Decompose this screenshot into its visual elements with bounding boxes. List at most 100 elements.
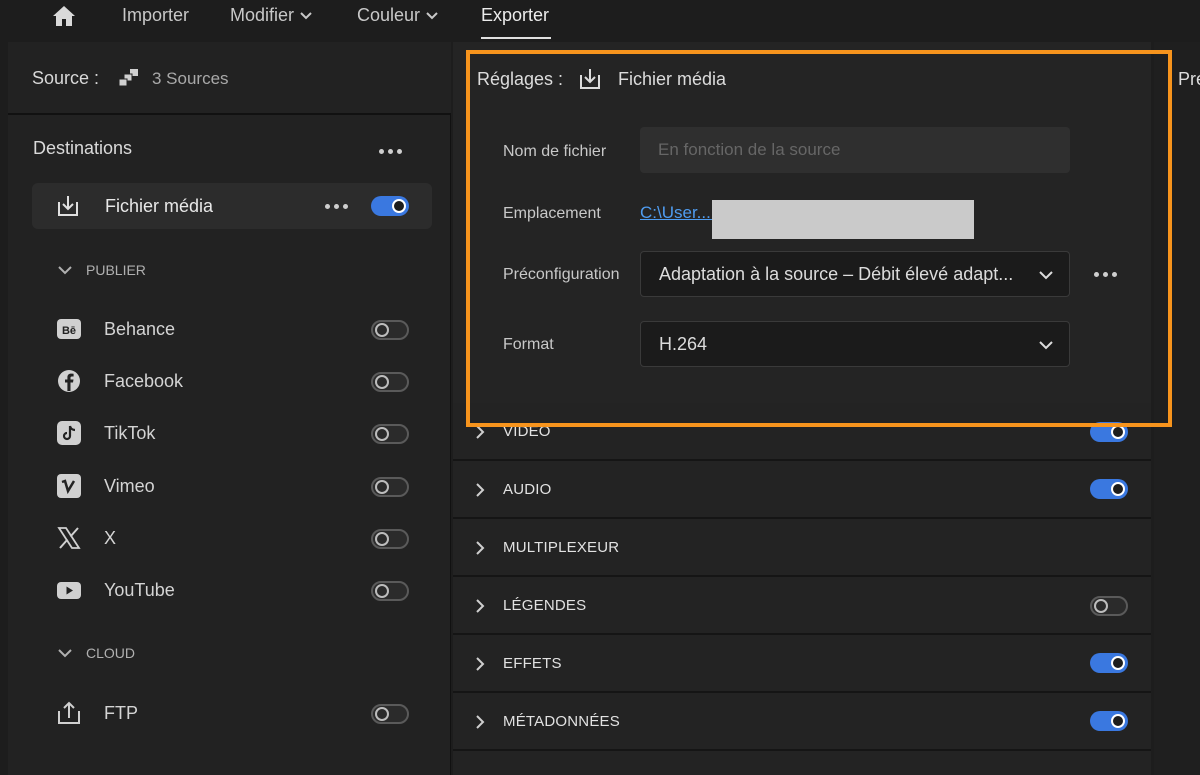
vimeo-label: Vimeo xyxy=(104,476,155,496)
media-file-more-icon[interactable] xyxy=(325,204,348,209)
source-row[interactable]: Source : 3 Sources xyxy=(8,42,451,115)
media-file-destination[interactable]: Fichier média xyxy=(32,183,432,229)
publish-item-vimeo[interactable]: Vimeo xyxy=(56,471,416,501)
preset-value: Adaptation à la source – Débit élevé ada… xyxy=(659,264,1014,284)
nav-exporter[interactable]: Exporter xyxy=(481,5,549,26)
tiktok-toggle[interactable] xyxy=(371,424,409,444)
section-metadonnees[interactable]: MÉTADONNÉES xyxy=(453,693,1151,751)
format-label: Format xyxy=(503,336,554,353)
publish-item-facebook[interactable]: Facebook xyxy=(56,366,416,396)
filename-input[interactable] xyxy=(640,127,1070,173)
facebook-icon xyxy=(58,370,80,392)
publish-item-youtube[interactable]: YouTube xyxy=(56,575,416,605)
nav-importer-label: Importer xyxy=(122,5,190,25)
chevron-right-icon xyxy=(476,715,485,729)
upload-icon xyxy=(58,701,80,724)
ftp-label: FTP xyxy=(104,703,138,723)
section-audio[interactable]: AUDIO xyxy=(453,461,1151,519)
chevron-right-icon xyxy=(476,657,485,671)
location-link[interactable]: C:\User...b xyxy=(640,203,720,223)
preset-label: Préconfiguration xyxy=(503,266,620,283)
x-icon xyxy=(57,527,81,549)
publish-group-header[interactable]: PUBLIER xyxy=(58,262,146,278)
metadonnees-toggle[interactable] xyxy=(1090,711,1128,731)
nav-couleur-label: Couleur xyxy=(357,5,421,25)
nav-modifier-label: Modifier xyxy=(230,5,295,25)
export-file-icon xyxy=(58,196,78,216)
nav-importer[interactable]: Importer xyxy=(122,5,189,26)
preview-label: Pré xyxy=(1178,69,1200,89)
format-value: H.264 xyxy=(659,334,708,354)
chevron-down-icon xyxy=(300,11,312,19)
video-toggle[interactable] xyxy=(1090,422,1128,442)
behance-label: Behance xyxy=(104,319,176,339)
section-multiplexeur[interactable]: MULTIPLEXEUR xyxy=(453,519,1151,577)
preset-select[interactable]: Adaptation à la source – Débit élevé ada… xyxy=(640,251,1070,297)
chevron-right-icon xyxy=(476,541,485,555)
nav-couleur[interactable]: Couleur xyxy=(357,5,438,26)
chevron-down-icon xyxy=(1039,271,1053,280)
effets-toggle[interactable] xyxy=(1090,653,1128,673)
section-audio-label: AUDIO xyxy=(503,481,552,498)
facebook-toggle[interactable] xyxy=(371,372,409,392)
section-multiplexeur-label: MULTIPLEXEUR xyxy=(503,539,620,556)
tiktok-icon xyxy=(57,421,81,445)
nav-modifier[interactable]: Modifier xyxy=(230,5,312,26)
preset-more-icon[interactable] xyxy=(1094,272,1117,277)
tiktok-label: TikTok xyxy=(104,423,156,443)
youtube-label: YouTube xyxy=(104,580,175,600)
redacted-area xyxy=(712,200,974,239)
svg-text:Bē: Bē xyxy=(62,325,76,337)
facebook-label: Facebook xyxy=(104,371,184,391)
section-legendes-label: LÉGENDES xyxy=(503,597,587,614)
chevron-right-icon xyxy=(476,599,485,613)
behance-toggle[interactable] xyxy=(371,320,409,340)
settings-value: Fichier média xyxy=(618,69,727,89)
destinations-title: Destinations xyxy=(33,138,133,158)
source-label: Source : xyxy=(32,68,100,88)
destinations-more-icon[interactable] xyxy=(379,149,402,154)
section-effets-label: EFFETS xyxy=(503,655,562,672)
filename-label: Nom de fichier xyxy=(503,143,607,160)
nav-exporter-label: Exporter xyxy=(481,5,550,25)
sources-icon xyxy=(118,69,138,87)
section-effets[interactable]: EFFETS xyxy=(453,635,1151,693)
cloud-header-label: CLOUD xyxy=(86,645,136,661)
legendes-toggle[interactable] xyxy=(1090,596,1128,616)
settings-block: Réglages : Fichier média Nom de fichier … xyxy=(453,42,1151,404)
cloud-group-header[interactable]: CLOUD xyxy=(58,645,135,661)
media-file-label: Fichier média xyxy=(105,196,214,216)
media-file-toggle[interactable] xyxy=(371,196,409,216)
section-legendes[interactable]: LÉGENDES xyxy=(453,577,1151,635)
sources-count: 3 Sources xyxy=(152,69,229,88)
publish-item-behance[interactable]: Bē Behance xyxy=(56,314,416,344)
home-icon[interactable] xyxy=(51,4,77,28)
destinations-panel: Source : 3 Sources Destinations Fichier … xyxy=(8,42,451,775)
chevron-down-icon xyxy=(1039,341,1053,350)
settings-panel: Réglages : Fichier média Nom de fichier … xyxy=(453,42,1151,775)
section-video[interactable]: VIDEO xyxy=(453,403,1151,461)
section-video-label: VIDEO xyxy=(503,423,551,440)
section-metadonnees-label: MÉTADONNÉES xyxy=(503,713,620,730)
youtube-icon xyxy=(57,582,81,599)
behance-icon: Bē xyxy=(57,319,81,339)
export-file-icon xyxy=(580,69,600,89)
ftp-toggle[interactable] xyxy=(371,704,409,724)
preview-panel: Pré xyxy=(1154,42,1200,775)
publish-item-x[interactable]: X xyxy=(56,523,416,553)
chevron-down-icon xyxy=(58,649,72,658)
publish-header-label: PUBLIER xyxy=(86,262,146,278)
publish-item-tiktok[interactable]: TikTok xyxy=(56,418,416,448)
chevron-down-icon xyxy=(58,266,72,275)
chevron-down-icon xyxy=(426,11,438,19)
youtube-toggle[interactable] xyxy=(371,581,409,601)
x-label: X xyxy=(104,528,117,548)
chevron-right-icon xyxy=(476,425,485,439)
x-toggle[interactable] xyxy=(371,529,409,549)
cloud-item-ftp[interactable]: FTP xyxy=(56,698,416,728)
audio-toggle[interactable] xyxy=(1090,479,1128,499)
format-select[interactable]: H.264 xyxy=(640,321,1070,367)
top-nav: Importer Modifier Couleur Exporter xyxy=(0,0,1200,40)
vimeo-toggle[interactable] xyxy=(371,477,409,497)
location-label: Emplacement xyxy=(503,205,601,222)
